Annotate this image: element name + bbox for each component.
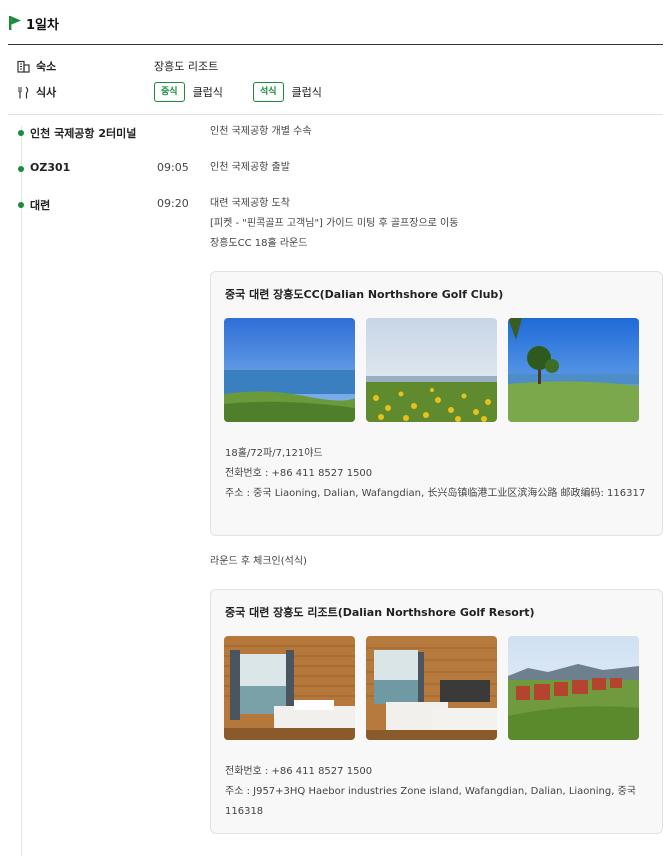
phone-number: 전화번호 : +86 411 8527 1500 xyxy=(225,766,373,777)
timeline-desc: 대련 국제공항 도착 [피켓 - "핀콕골프 고객님"] 가이드 미팅 후 골프… xyxy=(210,194,458,254)
timeline-desc-line: [피켓 - "핀콕골프 고객님"] 가이드 미팅 후 골프장으로 이동 xyxy=(210,218,459,229)
dinner-tag: 석식 xyxy=(252,82,284,102)
timeline-desc-line: 인천 국제공항 출발 xyxy=(210,162,290,173)
card-details: 18홀/72파/7,121야드 전화번호 : +86 411 8527 1500… xyxy=(225,444,655,504)
resort-exterior-photo[interactable] xyxy=(508,636,639,740)
resort-card: 중국 대련 장흥도 리조트(Dalian Northshore Golf Res… xyxy=(210,589,663,834)
timeline-time: 09:20 xyxy=(157,197,189,210)
header-divider xyxy=(8,44,663,45)
timeline-dot xyxy=(18,166,24,172)
lodging-label: 숙소 xyxy=(36,60,57,73)
timeline-place: OZ301 xyxy=(30,161,71,174)
lodging-value: 장흥도 리조트 xyxy=(154,60,219,73)
timeline-place: 대련 xyxy=(30,199,51,212)
phone-number: 전화번호 : +86 411 8527 1500 xyxy=(225,468,373,479)
section-divider xyxy=(8,114,663,115)
timeline-desc-line: 장흥도CC 18홀 라운드 xyxy=(210,238,308,249)
day-title: 1일차 xyxy=(26,17,59,33)
golf-course-flowers-photo[interactable] xyxy=(366,318,497,422)
timeline-place: 인천 국제공항 2터미널 xyxy=(30,127,137,140)
address: 주소 : 중국 Liaoning, Dalian, Wafangdian, 长兴… xyxy=(225,488,646,499)
timeline-line xyxy=(21,126,22,856)
golf-course-tree-photo[interactable] xyxy=(508,318,639,422)
meal-row: 식사 중식 클럽식 석식 클럽식 xyxy=(17,82,322,102)
golf-club-card: 중국 대련 장흥도CC(Dalian Northshore Golf Club) xyxy=(210,271,663,536)
timeline-desc-line: 인천 국제공항 개별 수속 xyxy=(210,126,312,137)
timeline-desc: 인천 국제공항 출발 xyxy=(210,158,290,178)
resort-room-photo-1[interactable] xyxy=(224,636,355,740)
course-specs: 18홀/72파/7,121야드 xyxy=(225,448,323,459)
meal-label: 식사 xyxy=(36,86,57,99)
card-details: 전화번호 : +86 411 8527 1500 주소 : J957+3HQ H… xyxy=(225,762,655,822)
fork-knife-icon xyxy=(18,86,29,98)
lunch-value: 클럽식 xyxy=(192,86,223,99)
golf-course-sea-photo[interactable] xyxy=(224,318,355,422)
lodging-row: 숙소 장흥도 리조트 xyxy=(17,58,218,74)
building-icon xyxy=(17,60,30,73)
meal-values: 중식 클럽식 석식 클럽식 xyxy=(154,82,352,102)
address: 주소 : J957+3HQ Haebor industries Zone isl… xyxy=(225,786,636,817)
timeline-desc: 인천 국제공항 개별 수속 xyxy=(210,122,312,142)
card-title: 중국 대련 장흥도 리조트(Dalian Northshore Golf Res… xyxy=(225,606,535,619)
card-title: 중국 대련 장흥도CC(Dalian Northshore Golf Club) xyxy=(225,288,504,301)
timeline-time: 09:05 xyxy=(157,161,189,174)
after-round-text: 라운드 후 체크인(석식) xyxy=(210,556,307,567)
dinner-value: 클럽식 xyxy=(291,86,322,99)
lunch-tag: 중식 xyxy=(154,82,185,102)
day-header: 1일차 xyxy=(8,12,59,34)
timeline-desc-line: 대련 국제공항 도착 xyxy=(210,198,290,209)
resort-room-photo-2[interactable] xyxy=(366,636,497,740)
flag-icon xyxy=(9,16,21,30)
timeline-dot xyxy=(18,130,24,136)
timeline-dot xyxy=(18,202,24,208)
